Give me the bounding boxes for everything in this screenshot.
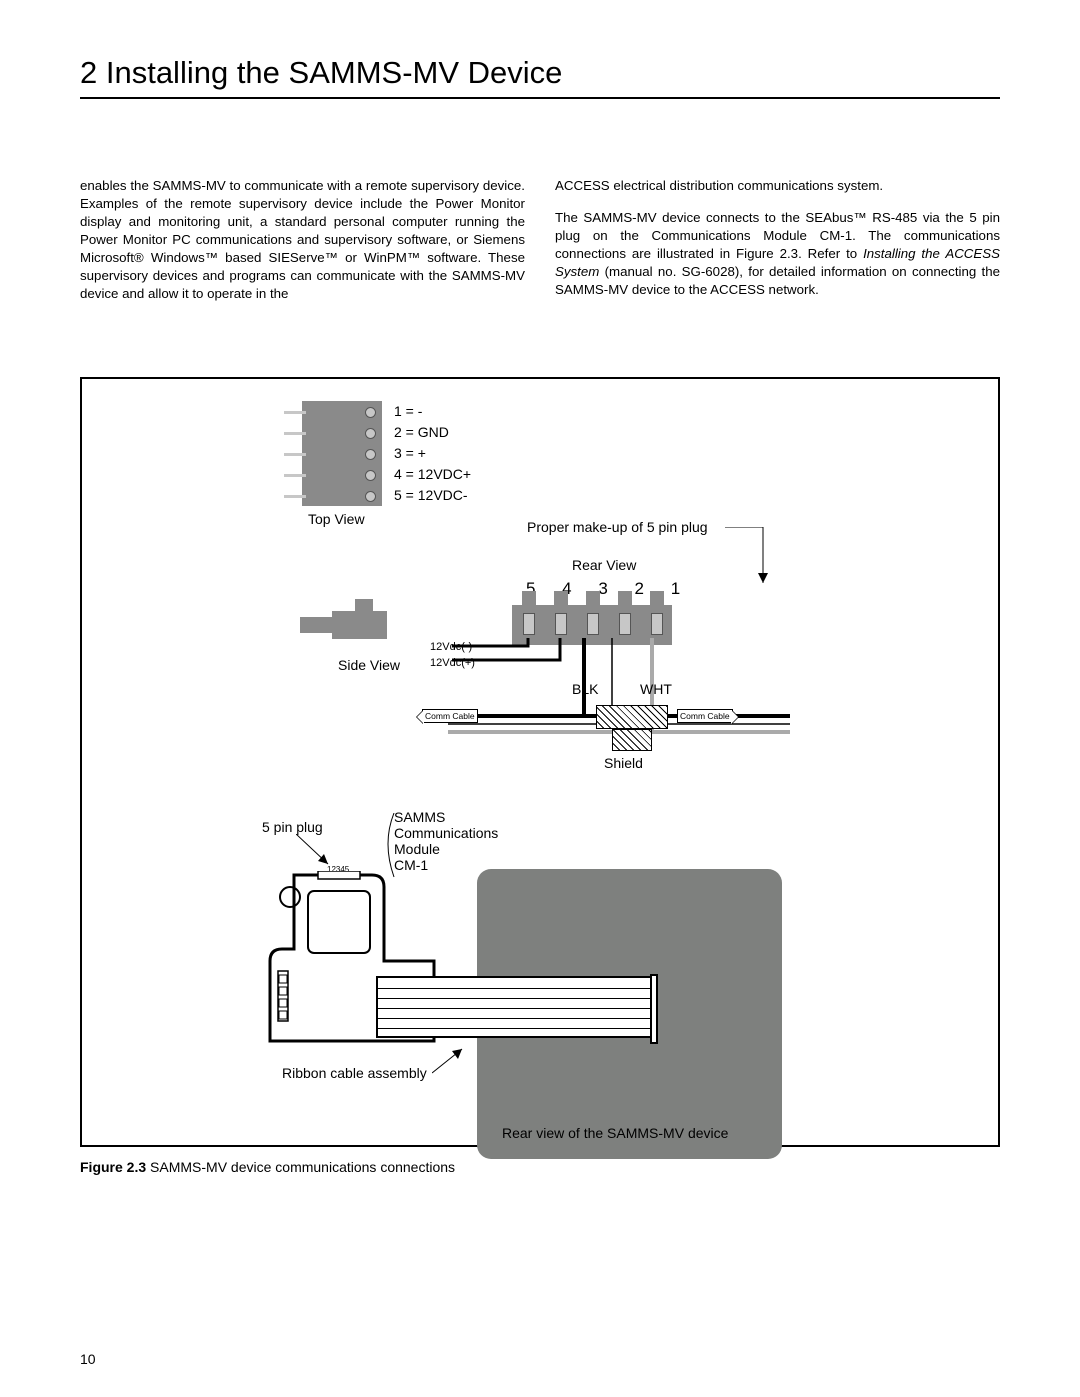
five-pin-plug-label: 5 pin plug xyxy=(262,819,323,835)
comm-cable-right: Comm Cable xyxy=(677,709,733,723)
pin-label-2: 2 = GND xyxy=(394,424,449,440)
body-para-right-1: ACCESS electrical distribution communica… xyxy=(555,177,1000,195)
plug-side-view xyxy=(300,599,396,659)
body-para-right-2: The SAMMS-MV device connects to the SEAb… xyxy=(555,209,1000,299)
cm1-label: SAMMS Communications Module CM-1 xyxy=(394,809,498,873)
pin-label-5: 5 = 12VDC- xyxy=(394,487,468,503)
body-para-left: enables the SAMMS-MV to communicate with… xyxy=(80,177,525,303)
leader-line xyxy=(432,1045,472,1075)
comm-cable-left: Comm Cable xyxy=(422,709,478,723)
shield-clamp-stem xyxy=(612,729,652,751)
rear-view-label: Rear View xyxy=(572,557,636,573)
shield-label: Shield xyxy=(604,755,643,771)
side-view-label: Side View xyxy=(338,657,400,673)
v12pos-label: 12Vdc(+) xyxy=(430,657,475,669)
pin-label-4: 4 = 12VDC+ xyxy=(394,466,471,482)
ribbon-cable xyxy=(376,976,652,1038)
body-columns: enables the SAMMS-MV to communicate with… xyxy=(80,177,1000,317)
pin-label-3: 3 = + xyxy=(394,445,426,461)
pin-label-1: 1 = - xyxy=(394,403,422,419)
rear-device-label: Rear view of the SAMMS-MV device xyxy=(502,1125,728,1141)
top-view-label: Top View xyxy=(308,511,365,527)
v12neg-label: 12Vdc(-) xyxy=(430,641,472,653)
figure-frame: 1 = - 2 = GND 3 = + 4 = 12VDC+ 5 = 12VDC… xyxy=(80,377,1000,1147)
figure-caption-text: SAMMS-MV device communications connectio… xyxy=(146,1159,455,1175)
chapter-title: 2 Installing the SAMMS-MV Device xyxy=(80,55,1000,99)
wht-label: WHT xyxy=(640,681,672,697)
figure-caption-bold: Figure 2.3 xyxy=(80,1159,146,1175)
terminal-block-top xyxy=(302,401,382,506)
shield-clamp xyxy=(596,705,668,729)
blk-label: BLK xyxy=(572,681,598,697)
ribbon-label: Ribbon cable assembly xyxy=(282,1065,427,1081)
column-right: ACCESS electrical distribution communica… xyxy=(555,177,1000,317)
column-left: enables the SAMMS-MV to communicate with… xyxy=(80,177,525,317)
figure-caption: Figure 2.3 SAMMS-MV device communication… xyxy=(80,1159,1000,1175)
page-number: 10 xyxy=(80,1351,96,1367)
body-text: (manual no. SG-6028), for detailed infor… xyxy=(555,264,1000,297)
